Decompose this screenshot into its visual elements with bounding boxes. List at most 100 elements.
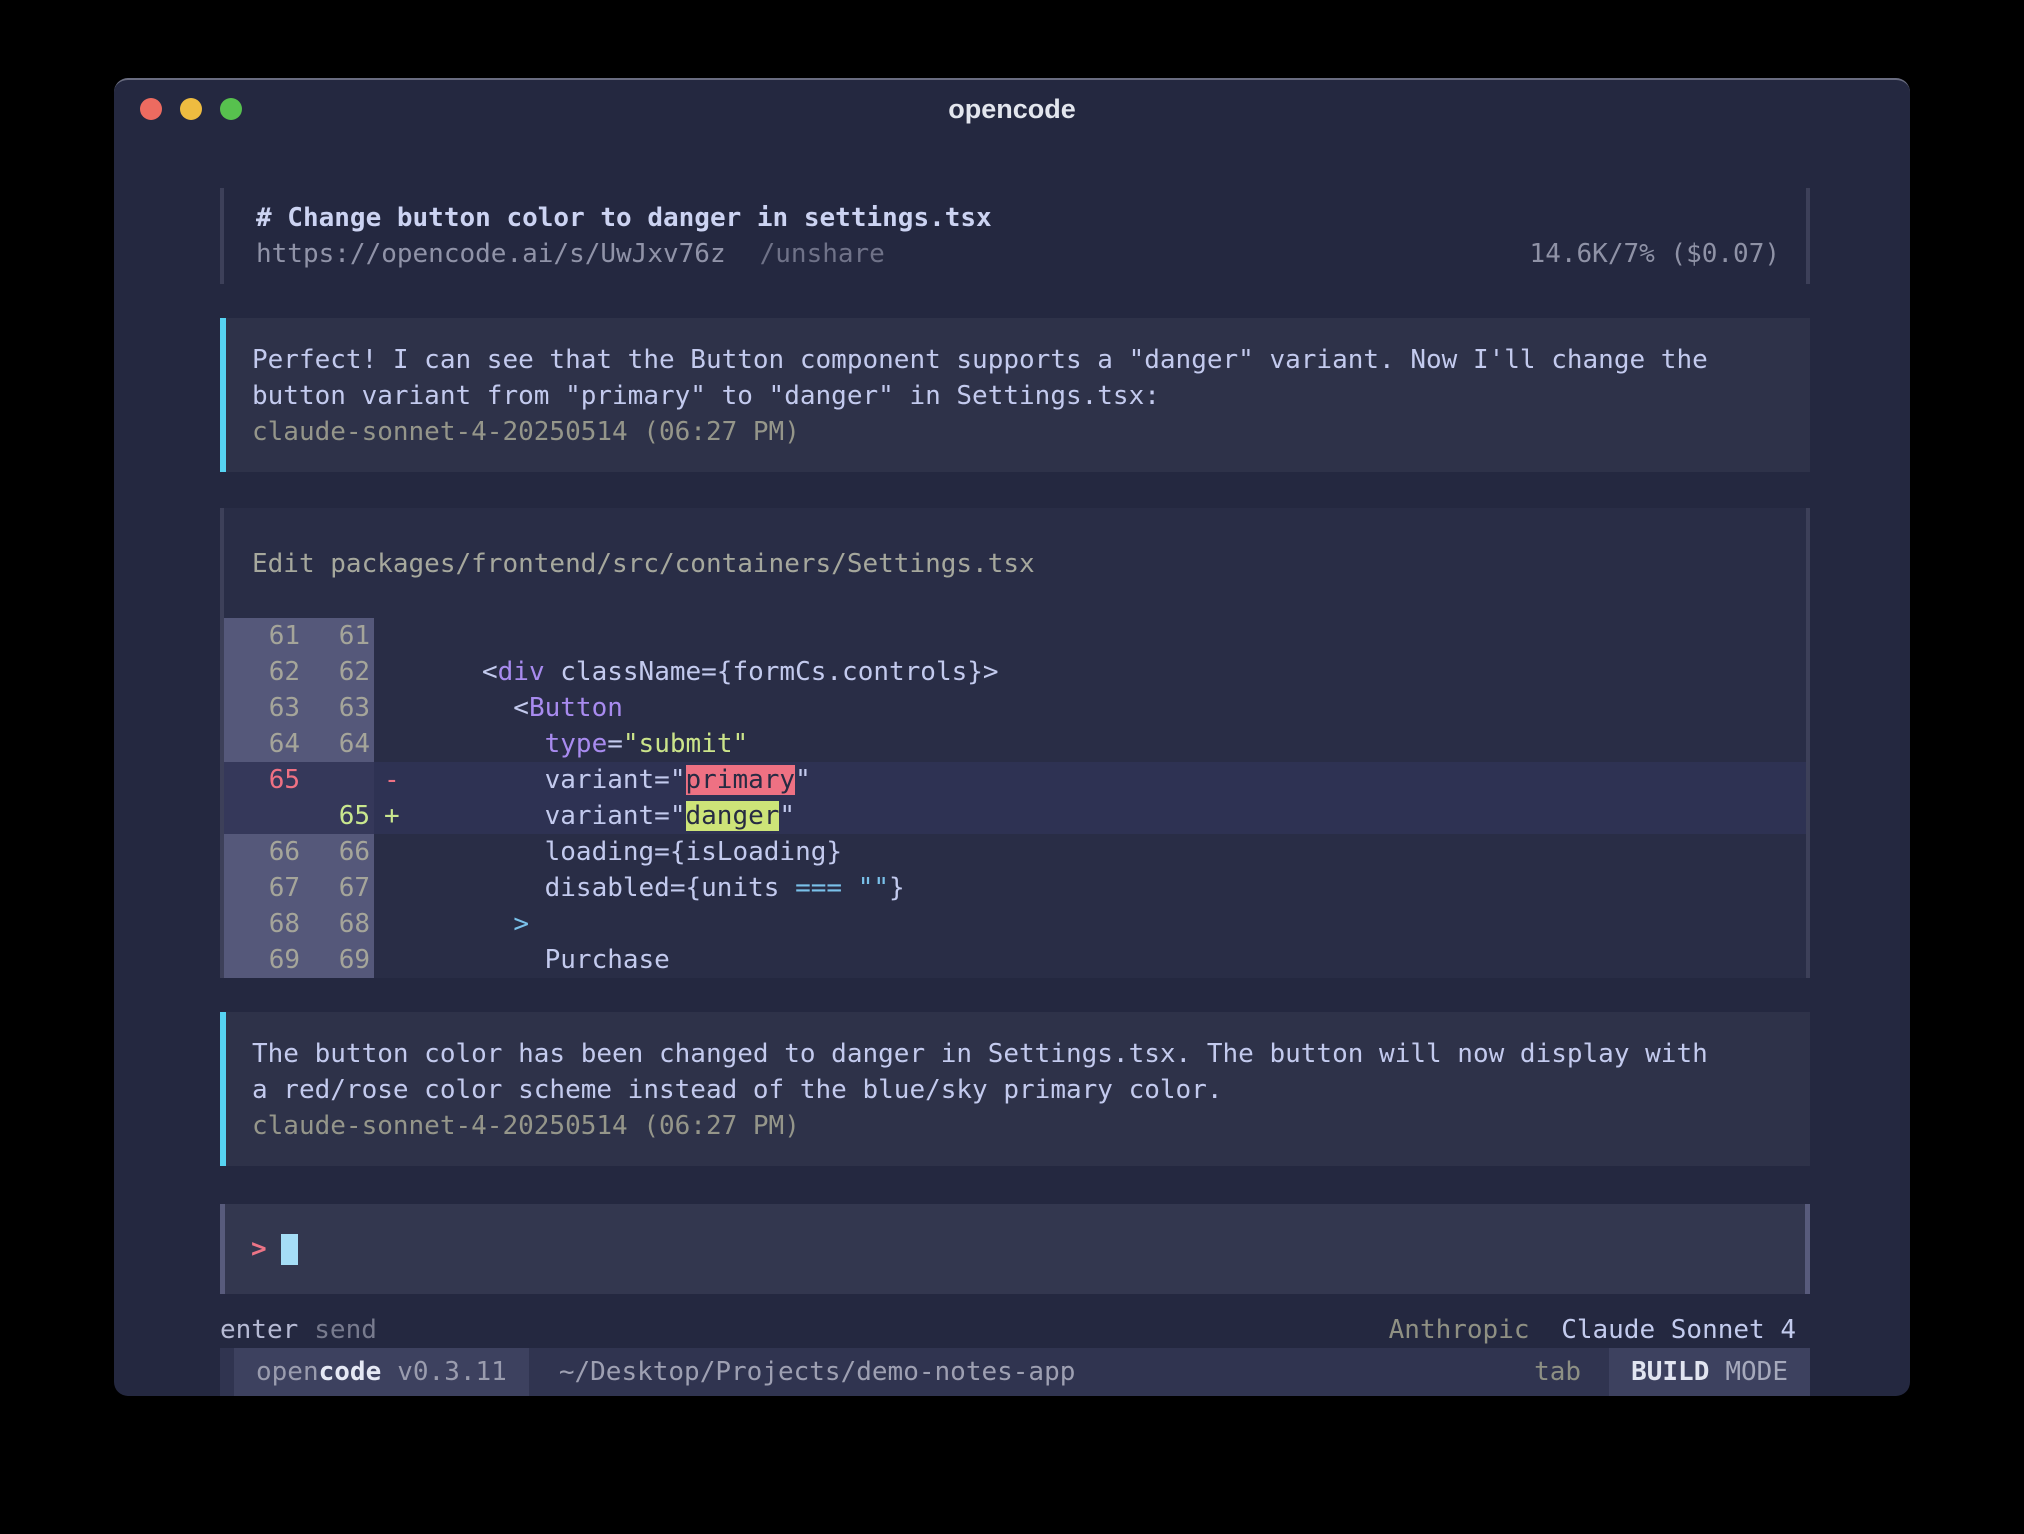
mode-word: MODE [1725, 1357, 1788, 1387]
code-token: "submit" [623, 729, 748, 759]
old-line-number: 62 [224, 654, 300, 690]
old-line-number: 68 [224, 906, 300, 942]
diff-row: 6666 loading={isLoading} [224, 834, 1806, 870]
code-token: danger [686, 801, 780, 831]
terminal-window: opencode # Change button color to danger… [114, 78, 1910, 1396]
code-token: variant=" [482, 765, 686, 795]
context-marker [374, 690, 412, 726]
code-token: div [498, 657, 545, 687]
text-cursor [281, 1234, 298, 1265]
app-version: v0.3.11 [397, 1357, 507, 1387]
new-line-number: 66 [300, 834, 370, 870]
added-marker: + [374, 798, 412, 834]
enter-key-hint: enter [220, 1312, 298, 1348]
edit-tool-block: Edit packages/frontend/src/containers/Se… [220, 508, 1810, 978]
session-view: # Change button color to danger in setti… [114, 138, 1910, 1396]
diff-gutter: 65 [224, 762, 374, 798]
code-token: loading={isLoading} [482, 837, 842, 867]
tab-key-hint: tab [1506, 1348, 1609, 1396]
message-text-line: The button color has been changed to dan… [252, 1036, 1786, 1072]
edit-file-header: Edit packages/frontend/src/containers/Se… [224, 508, 1806, 618]
message-model-meta: claude-sonnet-4-20250514 (06:27 PM) [252, 1108, 1786, 1144]
code-line: <div className={formCs.controls}> [412, 654, 999, 690]
diff-row: 6868 > [224, 906, 1806, 942]
old-line-number: 64 [224, 726, 300, 762]
diff-row: 6161 [224, 618, 1806, 654]
mode-word: BUILD [1631, 1357, 1709, 1387]
model-provider: Anthropic [1389, 1315, 1530, 1345]
context-marker [374, 870, 412, 906]
removed-marker: - [374, 762, 412, 798]
session-meta-row: https://opencode.ai/s/UwJxv76z /unshare … [256, 236, 1806, 272]
diff-row: 6464 type="submit" [224, 726, 1806, 762]
new-line-number: 64 [300, 726, 370, 762]
window-title: opencode [114, 94, 1910, 125]
send-action-hint: send [314, 1312, 377, 1348]
old-line-number: 67 [224, 870, 300, 906]
context-marker [374, 942, 412, 978]
diff-row: 65+ variant="danger" [224, 798, 1806, 834]
code-token: < [482, 657, 498, 687]
model-info: Anthropic Claude Sonnet 4 [1389, 1312, 1796, 1348]
code-line: > [412, 906, 529, 942]
old-line-number: 69 [224, 942, 300, 978]
brand-open: open [256, 1357, 319, 1387]
prompt-marker: > [251, 1234, 267, 1264]
context-marker [374, 906, 412, 942]
diff-table: 61616262<div className={formCs.controls}… [224, 618, 1806, 978]
share-url-link[interactable]: https://opencode.ai/s/UwJxv76z [256, 236, 726, 272]
context-marker [374, 834, 412, 870]
diff-row: 6969 Purchase [224, 942, 1806, 978]
diff-row: 65- variant="primary" [224, 762, 1806, 798]
code-token: < [482, 693, 529, 723]
new-line-number: 69 [300, 942, 370, 978]
session-title: # Change button color to danger in setti… [256, 200, 1806, 236]
diff-gutter: 6262 [224, 654, 374, 690]
diff-gutter: 6363 [224, 690, 374, 726]
code-token [482, 909, 513, 939]
mode-chip[interactable]: BUILD MODE [1609, 1348, 1810, 1396]
code-line: <Button [412, 690, 623, 726]
new-line-number [300, 762, 370, 798]
assistant-message: The button color has been changed to dan… [220, 1012, 1810, 1166]
message-text-line: Perfect! I can see that the Button compo… [252, 342, 1786, 378]
code-token: " [795, 765, 811, 795]
code-token: } [889, 873, 905, 903]
new-line-number: 63 [300, 690, 370, 726]
message-model-meta: claude-sonnet-4-20250514 (06:27 PM) [252, 414, 1786, 450]
code-token: className={formCs.controls}> [545, 657, 999, 687]
code-token: "" [858, 873, 889, 903]
working-directory: ~/Desktop/Projects/demo-notes-app [559, 1348, 1076, 1396]
diff-row: 6262 <div className={formCs.controls}> [224, 654, 1806, 690]
new-line-number: 62 [300, 654, 370, 690]
old-line-number: 63 [224, 690, 300, 726]
context-marker [374, 654, 412, 690]
diff-row: 6767 disabled={units === ""} [224, 870, 1806, 906]
code-line: type="submit" [412, 726, 748, 762]
code-token: Purchase [482, 945, 670, 975]
context-marker [374, 726, 412, 762]
diff-gutter: 65 [224, 798, 374, 834]
new-line-number: 65 [300, 798, 370, 834]
code-token: " [779, 801, 795, 831]
code-token: variant=" [482, 801, 686, 831]
new-line-number: 61 [300, 618, 370, 654]
code-token: type [545, 729, 608, 759]
code-token [842, 873, 858, 903]
footer-hints: enter send Anthropic Claude Sonnet 4 [220, 1312, 1810, 1348]
diff-row: 6363 <Button [224, 690, 1806, 726]
code-token: > [513, 909, 529, 939]
old-line-number [224, 798, 300, 834]
unshare-command[interactable]: /unshare [760, 236, 885, 272]
diff-gutter: 6868 [224, 906, 374, 942]
new-line-number: 67 [300, 870, 370, 906]
code-token: primary [686, 765, 796, 795]
old-line-number: 66 [224, 834, 300, 870]
context-marker [374, 618, 412, 654]
diff-gutter: 6666 [224, 834, 374, 870]
assistant-message: Perfect! I can see that the Button compo… [220, 318, 1810, 472]
message-text-line: button variant from "primary" to "danger… [252, 378, 1786, 414]
app-version-chip: opencode v0.3.11 [234, 1348, 529, 1396]
brand-code: code [319, 1357, 382, 1387]
prompt-input[interactable]: > [220, 1204, 1810, 1294]
